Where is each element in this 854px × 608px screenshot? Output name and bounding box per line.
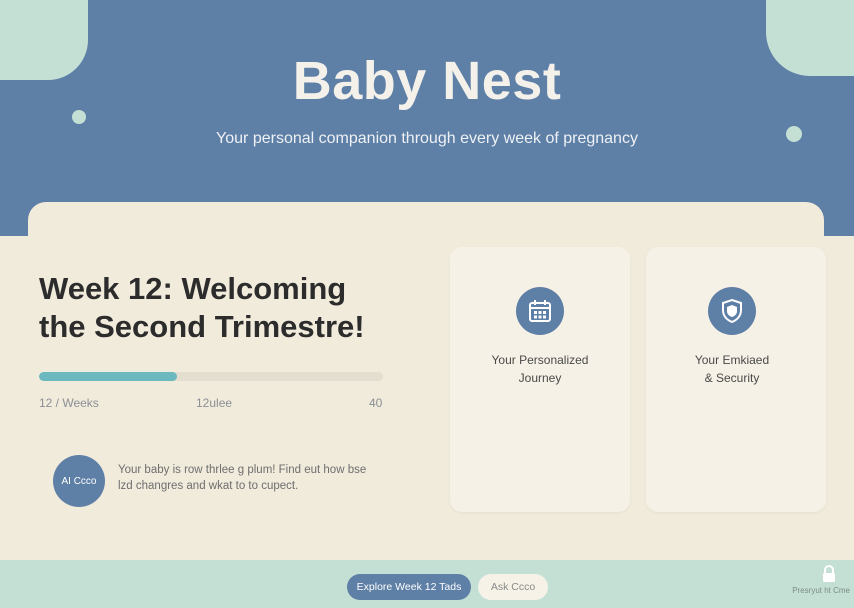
feature-card-security[interactable]: Your Emkiaed & Security	[646, 247, 826, 512]
ask-assistant-button[interactable]: Ask Ccco	[478, 574, 548, 600]
shield-icon	[708, 287, 756, 335]
ai-assistant-avatar[interactable]: AI Ccco	[53, 455, 105, 507]
lock-icon	[821, 564, 837, 583]
ai-assistant-message: Your baby is row thrlee g plum! Find eut…	[118, 464, 367, 492]
header-banner: Baby Nest Your personal companion throug…	[0, 0, 854, 236]
progress-label-start: 12 / Weeks	[39, 396, 99, 410]
progress-fill	[39, 372, 177, 381]
feature-card-label: Your Personalized Journey	[491, 353, 589, 385]
app-title: Baby Nest	[292, 51, 562, 111]
calendar-icon	[516, 287, 564, 335]
progress-label-total: 40	[369, 396, 383, 410]
privacy-note: Presryut ht Cme	[792, 586, 850, 595]
week-heading: Week 12: Welcoming the Second Trimestre!	[39, 271, 365, 344]
explore-week-button[interactable]: Explore Week 12 Tads	[347, 574, 471, 600]
app-tagline: Your personal companion through every we…	[216, 130, 638, 147]
feature-card-journey[interactable]: Your Personalized Journey	[450, 247, 630, 512]
decorative-dot	[72, 110, 86, 124]
feature-card-label: Your Emkiaed & Security	[694, 353, 770, 385]
pregnancy-progress-bar	[39, 372, 383, 381]
progress-label-current: 12ulee	[196, 396, 233, 410]
